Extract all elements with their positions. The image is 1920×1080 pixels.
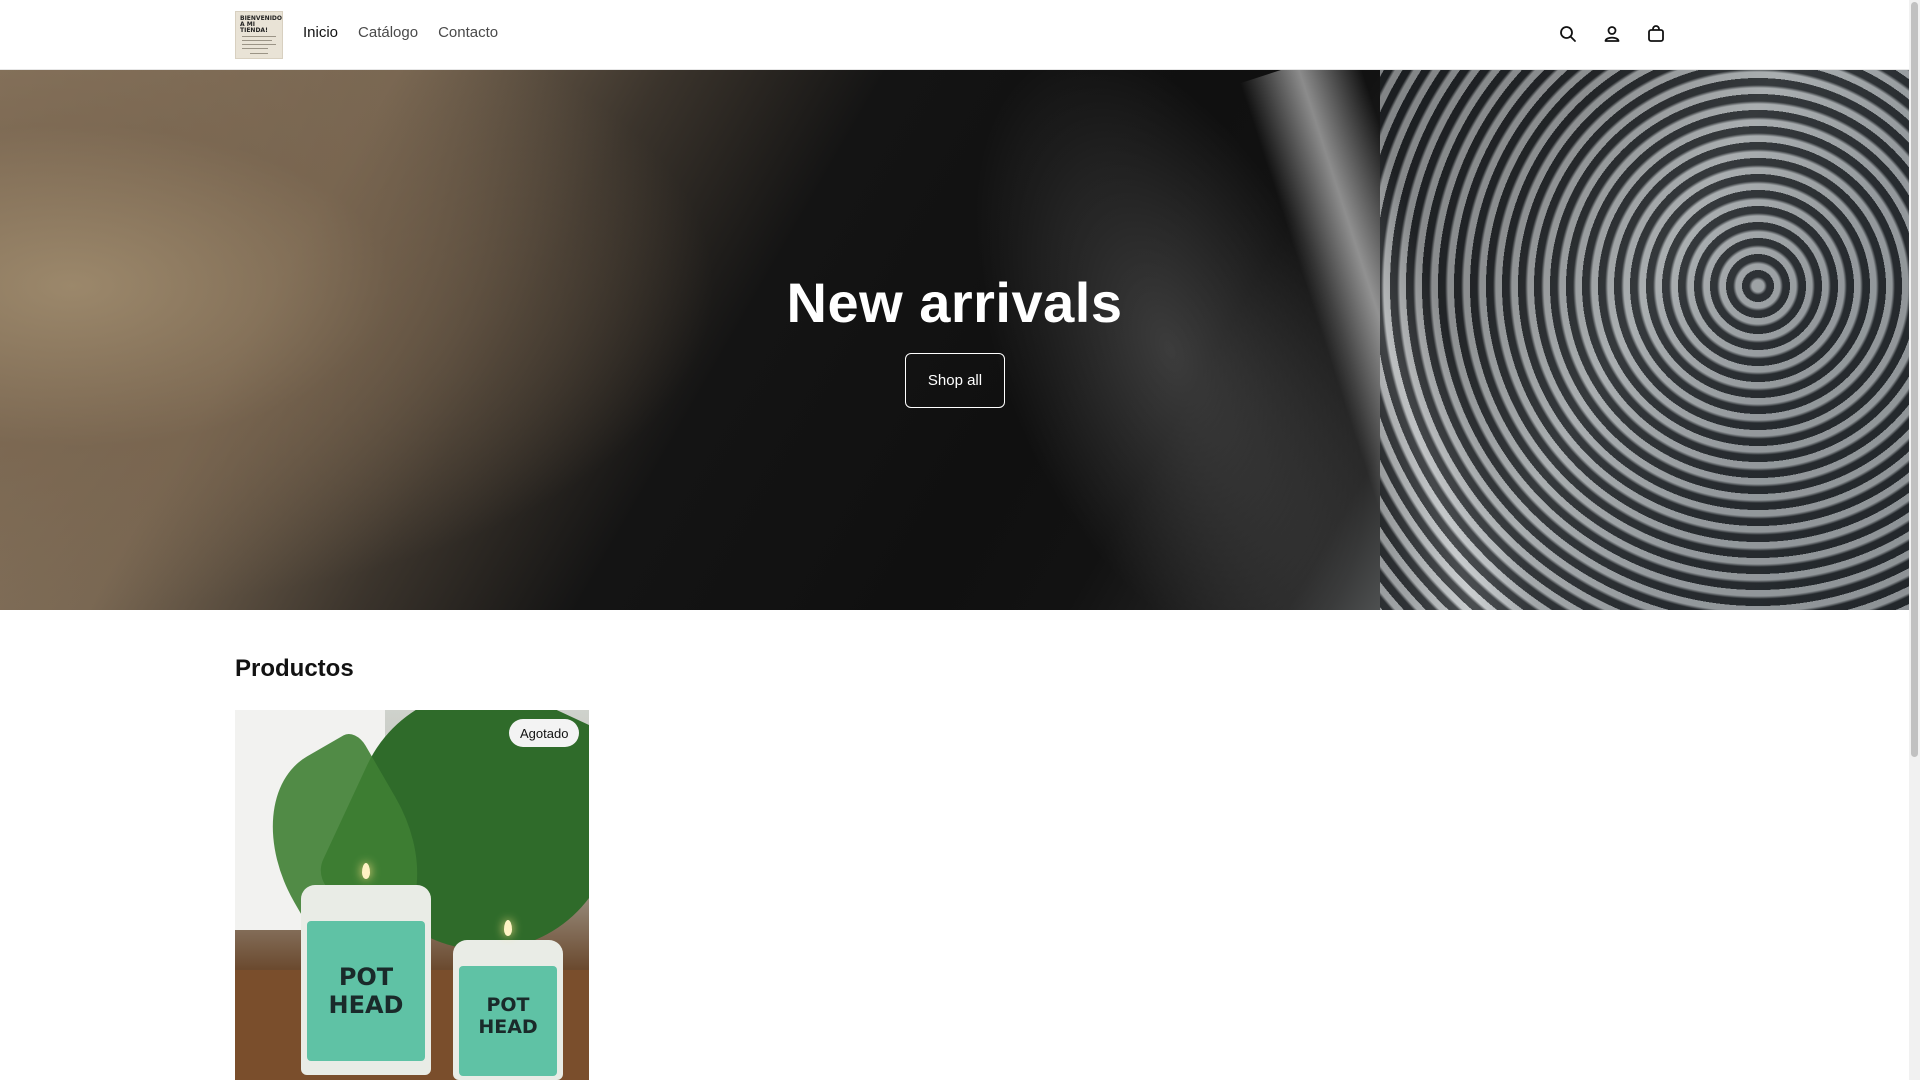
logo-line [242,44,276,45]
header-icons [1556,22,1668,46]
hero-sand-texture [0,70,720,610]
jar-label: POT HEAD [459,966,557,1076]
logo-line [242,40,272,41]
product-candle-jar: POT HEAD [453,920,563,1080]
product-candle-jar: POT HEAD [301,863,431,1075]
products-section-title: Productos [235,655,354,682]
candle-flame [362,863,370,879]
jar-label: POT HEAD [307,921,425,1061]
scrollbar-thumb[interactable] [1911,2,1918,757]
hero-foam-texture [1380,70,1909,610]
nav-item-catalogo[interactable]: Catálogo [358,24,418,41]
candle-flame [504,920,512,936]
page-scrollbar[interactable] [1909,0,1920,1080]
main-nav: Inicio Catálogo Contacto [303,24,498,41]
sold-out-badge: Agotado [509,719,580,747]
store-logo[interactable]: BIENVENIDO A MI TIENDA! [235,11,283,59]
cart-icon[interactable] [1644,22,1668,46]
nav-item-inicio[interactable]: Inicio [303,24,338,41]
product-card[interactable]: POT HEAD POT HEAD [235,710,589,1080]
nav-item-contacto[interactable]: Contacto [438,24,498,41]
hero-title: New arrivals [786,271,1123,334]
hero-banner: New arrivals Shop all [0,70,1909,610]
search-icon[interactable] [1556,22,1580,46]
account-icon[interactable] [1600,22,1624,46]
logo-text: BIENVENIDO A MI TIENDA! [240,15,283,34]
logo-line [242,36,276,37]
shop-all-button[interactable]: Shop all [905,353,1005,408]
site-header: BIENVENIDO A MI TIENDA! Inicio Catálogo … [0,0,1909,70]
logo-line [242,48,268,49]
logo-line [250,53,268,54]
